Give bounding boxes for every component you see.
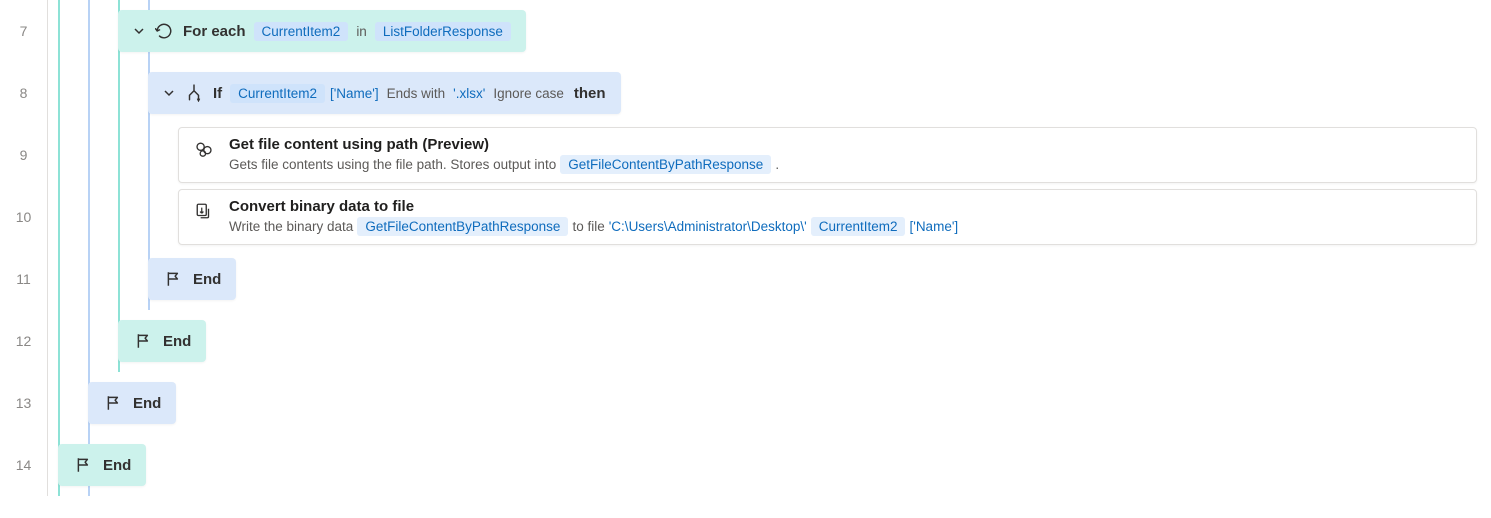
line-number: 12 <box>0 310 47 372</box>
convert-file-icon <box>193 202 215 220</box>
convert-binary-step[interactable]: Convert binary data to file Write the bi… <box>58 186 1491 248</box>
line-number: 14 <box>0 434 47 496</box>
end-foreach-row[interactable]: End <box>58 310 1491 372</box>
variable-property: ['Name'] <box>909 219 958 234</box>
line-number-gutter: 7 8 9 10 11 12 13 14 <box>0 0 48 496</box>
if-row[interactable]: If CurrentItem2 ['Name'] Ends with '.xls… <box>58 62 1491 124</box>
end-keyword: End <box>163 333 191 350</box>
end-block-row[interactable]: End <box>58 434 1491 496</box>
end-keyword: End <box>133 395 161 412</box>
flag-icon <box>103 394 125 412</box>
if-variable-token[interactable]: CurrentItem2 <box>230 84 325 103</box>
in-keyword: in <box>356 24 367 39</box>
flag-icon <box>73 456 95 474</box>
foreach-list-token[interactable]: ListFolderResponse <box>375 22 511 41</box>
if-property: ['Name'] <box>330 86 379 101</box>
line-number: 13 <box>0 372 47 434</box>
if-literal: '.xlsx' <box>453 86 485 101</box>
step-desc-text: to file <box>572 219 604 234</box>
step-desc-text: Gets file contents using the file path. … <box>229 157 556 172</box>
line-number: 7 <box>0 0 47 62</box>
loop-icon <box>153 22 175 40</box>
collapse-toggle[interactable] <box>163 87 175 99</box>
if-keyword: If <box>213 85 222 102</box>
step-title: Get file content using path (Preview) <box>229 136 779 153</box>
step-desc-text: Write the binary data <box>229 219 353 234</box>
sharepoint-icon <box>193 140 215 158</box>
line-number: 11 <box>0 248 47 310</box>
variable-token[interactable]: CurrentItem2 <box>811 217 906 236</box>
end-if-row[interactable]: End <box>58 248 1491 310</box>
branch-icon <box>183 84 205 102</box>
line-number: 9 <box>0 124 47 186</box>
file-path-literal: 'C:\Users\Administrator\Desktop\' <box>609 219 807 234</box>
then-keyword: then <box>574 85 606 102</box>
end-keyword: End <box>103 457 131 474</box>
foreach-keyword: For each <box>183 23 246 40</box>
end-block-row[interactable]: End <box>58 372 1491 434</box>
output-variable-token[interactable]: GetFileContentByPathResponse <box>560 155 771 174</box>
input-variable-token[interactable]: GetFileContentByPathResponse <box>357 217 568 236</box>
step-title: Convert binary data to file <box>229 198 958 215</box>
line-number: 8 <box>0 62 47 124</box>
end-keyword: End <box>193 271 221 288</box>
foreach-variable-token[interactable]: CurrentItem2 <box>254 22 349 41</box>
flag-icon <box>163 270 185 288</box>
step-desc-text: . <box>775 157 779 172</box>
collapse-toggle[interactable] <box>133 25 145 37</box>
if-condition-ignorecase: Ignore case <box>493 86 564 101</box>
foreach-row[interactable]: For each CurrentItem2 in ListFolderRespo… <box>58 0 1491 62</box>
if-condition-endswith: Ends with <box>387 86 446 101</box>
line-number: 10 <box>0 186 47 248</box>
get-file-content-step[interactable]: Get file content using path (Preview) Ge… <box>58 124 1491 186</box>
flag-icon <box>133 332 155 350</box>
